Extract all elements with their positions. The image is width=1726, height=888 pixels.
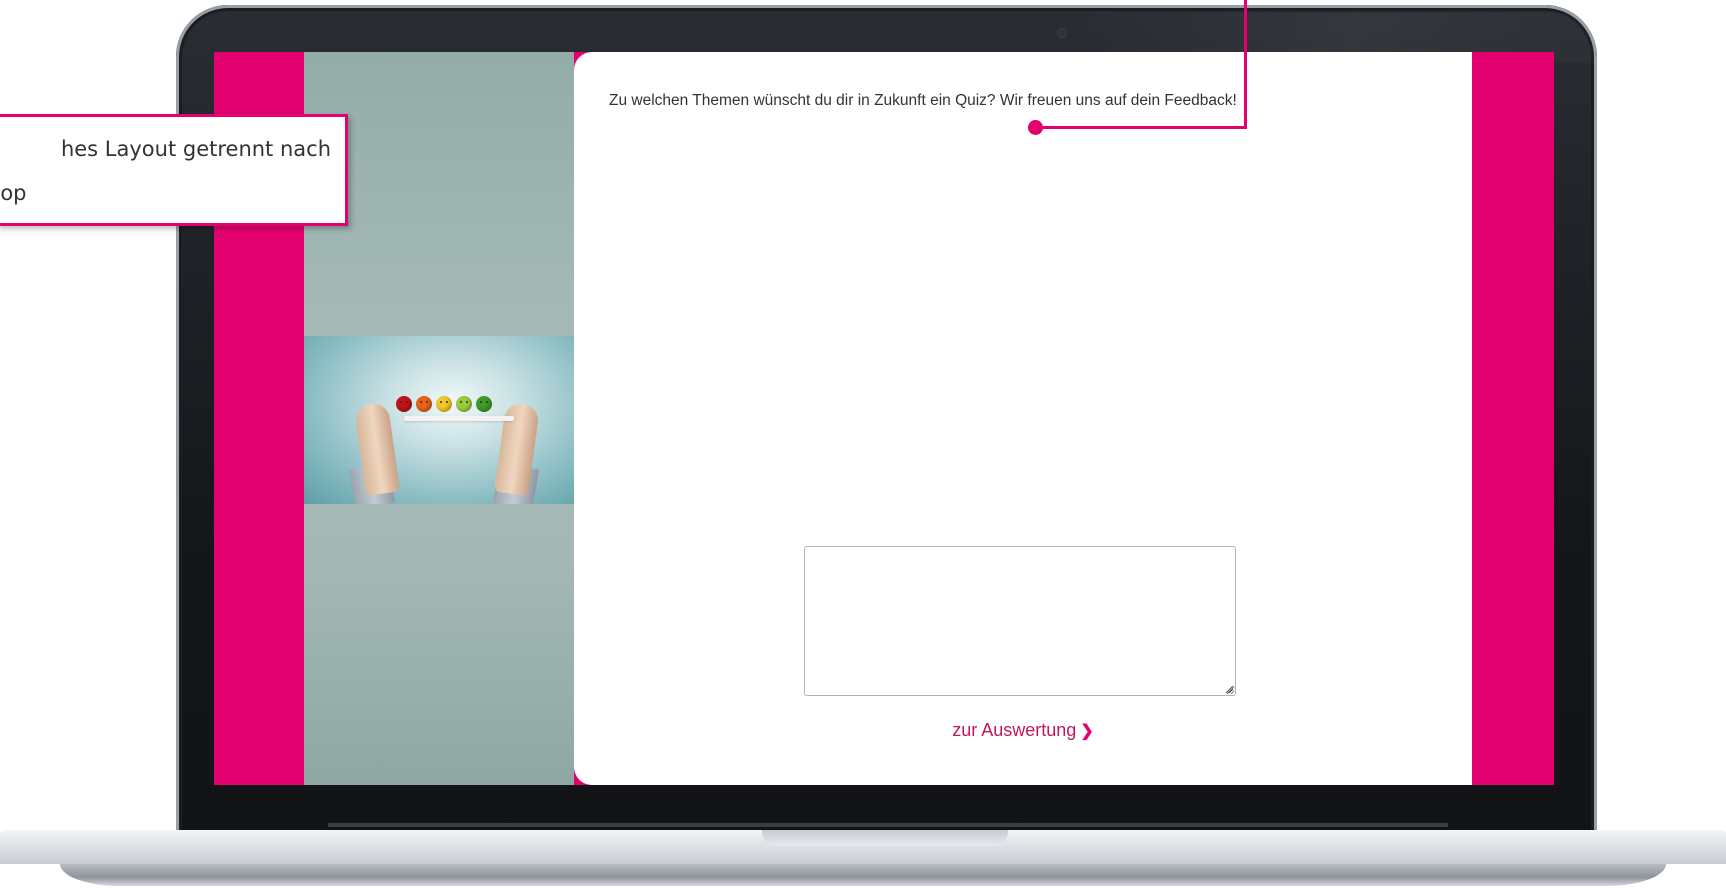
- hinge-line: [328, 823, 1448, 827]
- laptop-base: [0, 830, 1726, 888]
- screen: Zu welchen Themen wünscht du dir in Zuku…: [214, 52, 1554, 785]
- very-happy-smiley-icon: [476, 396, 492, 412]
- base-bottom: [60, 864, 1666, 886]
- to-evaluation-link[interactable]: zur Auswertung ❯: [574, 720, 1472, 741]
- callout-line-1: hes Layout getrennt nach: [60, 137, 331, 161]
- base-notch: [762, 830, 1008, 846]
- feedback-textarea[interactable]: [804, 546, 1236, 696]
- chevron-right-icon: ❯: [1080, 723, 1094, 740]
- resize-grip-icon[interactable]: [1224, 684, 1234, 694]
- happy-smiley-icon: [456, 396, 472, 412]
- sad-smiley-icon: [396, 396, 412, 412]
- callout-connector-horizontal: [1036, 126, 1247, 129]
- callout-connector-dot: [1028, 120, 1043, 135]
- callout-line-2: sktop: [0, 181, 27, 205]
- unhappy-smiley-icon: [416, 396, 432, 412]
- annotation-callout: hes Layout getrennt nach sktop: [0, 114, 348, 226]
- quiz-content-card: Zu welchen Themen wünscht du dir in Zuku…: [574, 52, 1472, 785]
- camera-icon: [1058, 29, 1066, 37]
- quiz-question: Zu welchen Themen wünscht du dir in Zuku…: [609, 92, 1237, 109]
- feedback-smileys-photo: [304, 336, 574, 504]
- neutral-smiley-icon: [436, 396, 452, 412]
- callout-connector-vertical: [1244, 0, 1247, 129]
- smiley-strip: [404, 416, 514, 421]
- to-evaluation-label: zur Auswertung: [952, 720, 1077, 740]
